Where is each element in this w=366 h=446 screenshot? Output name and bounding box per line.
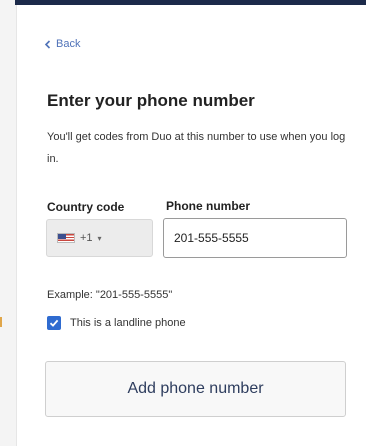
phone-number-input[interactable]	[163, 218, 347, 258]
checkmark-icon	[49, 319, 59, 327]
page-subtitle: You'll get codes from Duo at this number…	[47, 131, 346, 165]
country-code-label: Country code	[47, 200, 125, 214]
back-link-label: Back	[56, 38, 81, 50]
country-code-select[interactable]: +1 ▾	[46, 219, 153, 257]
chevron-down-icon: ▾	[97, 233, 102, 243]
landline-checkbox[interactable]	[47, 316, 61, 330]
back-link[interactable]: Back	[44, 38, 80, 50]
us-flag-icon	[57, 233, 75, 243]
page-title: Enter your phone number	[47, 91, 255, 110]
page: Back Enter your phone number You'll get …	[0, 0, 366, 446]
add-phone-number-button[interactable]: Add phone number	[45, 361, 346, 417]
chevron-left-icon	[44, 39, 51, 49]
phone-number-label: Phone number	[166, 199, 251, 213]
landline-checkbox-label: This is a landline phone	[70, 317, 186, 329]
example-text: Example: "201-555-5555"	[47, 289, 173, 301]
edge-marker	[0, 317, 2, 327]
country-code-value: +1	[80, 232, 93, 244]
landline-checkbox-row[interactable]: This is a landline phone	[47, 316, 186, 330]
